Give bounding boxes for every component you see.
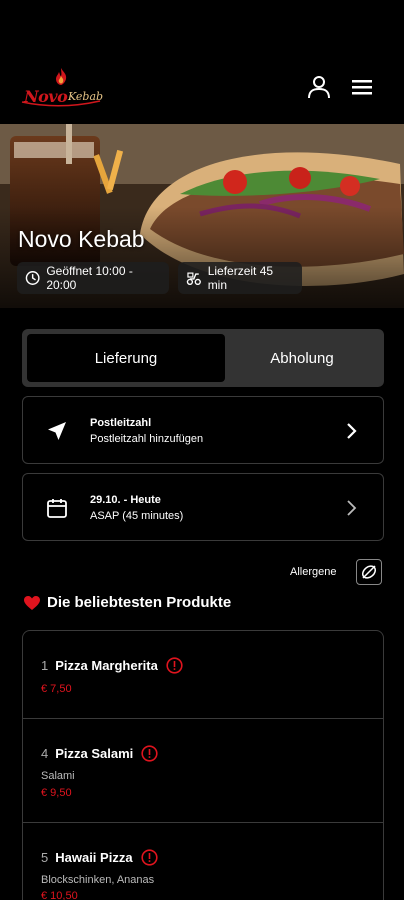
delivery-date-card[interactable]: 29.10. - Heute ASAP (45 minutes): [22, 473, 384, 541]
location-arrow-icon: [48, 422, 66, 440]
postal-code-subtitle: Postleitzahl hinzufügen: [90, 433, 204, 445]
product-price: € 10,50: [41, 890, 78, 900]
delivery-time-chip: Lieferzeit 45 min: [178, 262, 302, 294]
allergen-filter-icon: [361, 565, 377, 579]
hero-banner: Novo Kebab Geöffnet 10:00 - 20:00 Liefer…: [0, 124, 404, 308]
product-number: 5: [41, 850, 49, 865]
product-price: € 7,50: [41, 683, 72, 695]
product-name: Hawaii Pizza: [55, 850, 133, 865]
delivery-date-subtitle: ASAP (45 minutes): [90, 510, 184, 522]
product-item[interactable]: 4 Pizza Salami Salami € 9,50: [23, 719, 383, 823]
user-icon[interactable]: [306, 74, 332, 100]
calendar-icon: [47, 499, 67, 518]
delivery-option[interactable]: Lieferung: [27, 334, 225, 382]
info-icon[interactable]: [141, 745, 158, 762]
delivery-date-title: 29.10. - Heute: [90, 494, 161, 506]
allergens-button[interactable]: [356, 559, 382, 585]
chevron-right-icon: [347, 423, 357, 439]
info-icon[interactable]: [166, 657, 183, 674]
postal-code-title: Postleitzahl: [90, 417, 152, 429]
popular-products-heading: Die beliebtesten Produkte: [23, 594, 231, 611]
allergens-label: Allergene: [290, 566, 337, 578]
popular-products-title: Die beliebtesten Produkte: [47, 594, 232, 611]
product-price: € 9,50: [41, 787, 72, 799]
opening-hours-text: Geöffnet 10:00 - 20:00: [46, 264, 133, 292]
brand-logo[interactable]: Novo Kebab: [20, 68, 103, 108]
delivery-time-text: Lieferzeit 45 min: [207, 264, 274, 292]
order-mode-toggle: Lieferung Abholung: [22, 329, 384, 387]
heart-icon: [24, 595, 40, 610]
postal-code-card[interactable]: Postleitzahl Postleitzahl hinzufügen: [22, 396, 384, 464]
product-name: Pizza Margherita: [55, 658, 158, 673]
info-icon[interactable]: [140, 849, 158, 866]
delivery-scooter-icon: [186, 272, 201, 286]
product-name: Pizza Salami: [55, 746, 134, 761]
restaurant-name: Novo Kebab: [18, 226, 145, 252]
pickup-option[interactable]: Abholung: [225, 334, 379, 382]
app-header: Novo Kebab: [0, 60, 404, 116]
product-item[interactable]: 1 Pizza Margherita € 7,50: [23, 631, 383, 719]
product-number: 4: [41, 746, 49, 761]
menu-icon[interactable]: [349, 74, 375, 100]
product-item[interactable]: 5 Hawaii Pizza Blockschinken, Ananas € 1…: [23, 823, 383, 900]
chevron-right-icon: [347, 500, 357, 516]
opening-hours-chip: Geöffnet 10:00 - 20:00: [17, 262, 169, 294]
flame-icon: [56, 68, 67, 85]
product-description: Blockschinken, Ananas: [41, 874, 155, 886]
popular-products-list: 1 Pizza Margherita € 7,50 4 Pizza Salami…: [22, 630, 384, 900]
clock-icon: [25, 271, 40, 285]
product-description: Salami: [41, 770, 75, 782]
product-number: 1: [41, 658, 49, 673]
logo-swoosh: [21, 100, 101, 107]
